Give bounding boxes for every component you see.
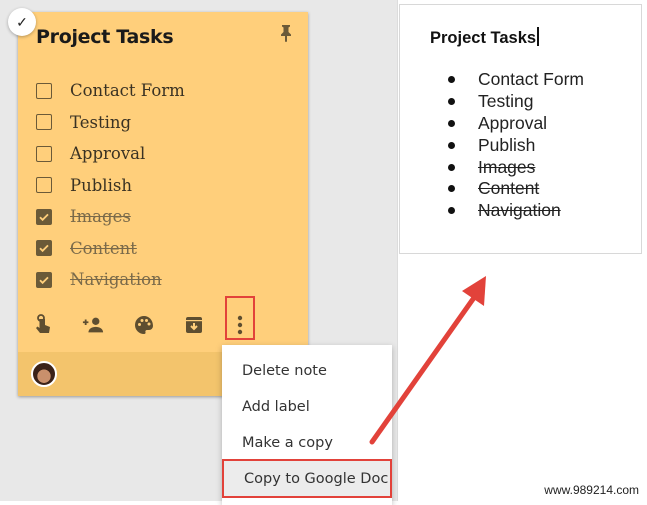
checklist-item-label[interactable]: Navigation (70, 270, 162, 289)
checklist-item-label[interactable]: Content (70, 239, 137, 258)
checkbox[interactable] (36, 145, 52, 162)
checklist-item-label[interactable]: Testing (70, 113, 131, 132)
bullet-icon (448, 141, 455, 149)
doc-list-item: Approval (448, 113, 584, 135)
more-options-menu: Delete note Add label Make a copy Copy t… (222, 345, 392, 505)
checkbox-checked[interactable] (36, 240, 52, 257)
checkbox[interactable] (36, 114, 52, 131)
bullet-icon (448, 76, 455, 84)
doc-list-item-struck: Navigation (448, 200, 584, 222)
doc-list-item-text[interactable]: Testing (478, 91, 533, 112)
doc-list-item-text[interactable]: Navigation (478, 200, 561, 221)
doc-title[interactable]: Project Tasks (430, 27, 539, 48)
doc-title-text: Project Tasks (430, 29, 537, 47)
doc-list-item-struck: Content (448, 178, 584, 200)
menu-item-delete-note[interactable]: Delete note (222, 353, 392, 389)
archive-icon[interactable] (183, 314, 205, 336)
more-options-highlight (225, 296, 255, 340)
doc-list-item-text[interactable]: Approval (478, 113, 547, 134)
checkbox[interactable] (36, 82, 52, 99)
text-cursor (537, 27, 539, 46)
bullet-icon (448, 185, 455, 193)
checklist-item[interactable]: Testing (36, 107, 185, 139)
checklist-item-label[interactable]: Contact Form (70, 81, 185, 100)
bullet-icon (448, 163, 455, 171)
note-toolbar (18, 310, 308, 342)
checklist-item[interactable]: Approval (36, 138, 185, 170)
google-doc-preview: Project Tasks Contact Form Testing Appro… (399, 4, 642, 254)
color-palette-icon[interactable] (133, 314, 155, 336)
checklist-item[interactable]: Contact Form (36, 75, 185, 107)
doc-list-item-text[interactable]: Publish (478, 135, 535, 156)
watermark: www.989214.com (544, 483, 639, 497)
bullet-icon (448, 207, 455, 215)
remind-me-icon[interactable] (32, 314, 54, 336)
doc-bullet-list: Contact Form Testing Approval Publish Im… (448, 69, 584, 222)
checklist-item-label[interactable]: Images (70, 207, 131, 226)
checklist: Contact Form Testing Approval Publish Im… (36, 75, 185, 296)
checklist-item-checked[interactable]: Images (36, 201, 185, 233)
doc-list-item-struck: Images (448, 156, 584, 178)
menu-item-make-copy[interactable]: Make a copy (222, 425, 392, 461)
doc-list-item-text[interactable]: Images (478, 157, 535, 178)
keep-note-card[interactable]: Project Tasks Contact Form Testing Appro… (18, 12, 308, 396)
doc-list-item: Testing (448, 91, 584, 113)
collaborator-icon[interactable] (82, 314, 104, 336)
menu-item-copy-to-google-doc[interactable]: Copy to Google Doc (222, 459, 392, 498)
doc-list-item-text[interactable]: Content (478, 178, 539, 199)
checkbox-checked[interactable] (36, 208, 52, 225)
menu-item-add-label[interactable]: Add label (222, 389, 392, 425)
checklist-item[interactable]: Publish (36, 170, 185, 202)
checkbox[interactable] (36, 177, 52, 194)
pin-icon[interactable] (278, 24, 294, 42)
doc-list-item-text[interactable]: Contact Form (478, 69, 584, 90)
checklist-item-label[interactable]: Approval (70, 144, 145, 163)
doc-list-item: Contact Form (448, 69, 584, 91)
checklist-item-checked[interactable]: Navigation (36, 264, 185, 296)
owner-avatar[interactable] (31, 361, 57, 387)
doc-list-item: Publish (448, 134, 584, 156)
bullet-icon (448, 119, 455, 127)
checkbox-checked[interactable] (36, 271, 52, 288)
select-note-checkmark-icon[interactable]: ✓ (8, 8, 36, 36)
bullet-icon (448, 98, 455, 106)
checklist-item-checked[interactable]: Content (36, 233, 185, 265)
checklist-item-label[interactable]: Publish (70, 176, 132, 195)
note-title[interactable]: Project Tasks (36, 26, 174, 48)
